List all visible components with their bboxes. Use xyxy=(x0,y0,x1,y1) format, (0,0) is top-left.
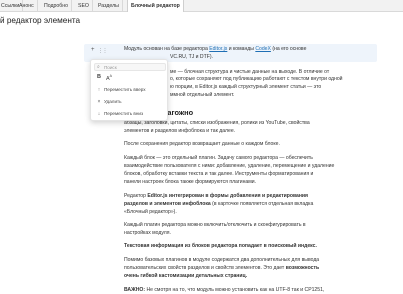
arrow-down-icon: ↓ xyxy=(97,111,101,117)
drag-handle-icon[interactable]: ⋮⋮ xyxy=(98,48,108,54)
menu-item-label: Переместить вверх xyxy=(104,87,146,92)
add-block-plus-icon[interactable]: + xyxy=(91,47,95,53)
page-title: й редактор элемента xyxy=(0,16,81,25)
editor-paragraph-line: элементов и разделов инфоблока и так дал… xyxy=(124,128,236,134)
menu-item-label: Переместить вниз xyxy=(104,111,144,116)
editor-paragraph-line: блоков, обработку вставки текста и так д… xyxy=(124,171,314,177)
popover-search-input[interactable]: ⌕ Поиск xyxy=(94,63,166,71)
editor-paragraph-line: Текстовая информация из блоков редактора… xyxy=(124,243,317,249)
tab-seo[interactable]: SEO xyxy=(75,0,93,12)
search-icon: ⌕ xyxy=(97,64,100,70)
close-icon: × xyxy=(97,99,101,105)
editor-paragraph-line: ю порции, в Editor.js каждый структурный… xyxy=(170,84,322,90)
popover-search-placeholder: Поиск xyxy=(104,65,117,70)
editor-paragraph-line: ммной отдельный элемент. xyxy=(170,92,235,98)
codex-link[interactable]: CodeX xyxy=(255,46,271,52)
editor-paragraph-line[interactable]: Модуль основан на базе редактора Editor.… xyxy=(124,46,306,52)
editor-paragraph-line: ВАЖНО: Не смотря на то, что модуль можно… xyxy=(124,287,325,293)
editor-paragraph-line: взаимодействие пользователя с ними: доба… xyxy=(124,163,335,169)
bold-format-icon[interactable]: B xyxy=(97,74,101,80)
editor-paragraph-line: После сохранения редактор возвращает дан… xyxy=(124,141,280,147)
editor-paragraph-line: «Блочный редактор»). xyxy=(124,209,177,215)
editor-paragraph-line: панели настроек блока также формируются … xyxy=(124,179,257,185)
tab-block-editor[interactable]: Блочный редактор xyxy=(127,0,184,12)
tab-bar: Ссылки Анонс Подробно SEO Разделы Блочны… xyxy=(0,0,403,12)
editor-paragraph-line: о, которые сохраняют под публикацию рабо… xyxy=(170,76,343,82)
editor-paragraph-line: Помимо базовых плагинов в модуле содержа… xyxy=(124,257,320,263)
editor-paragraph-line: Каждый блок — это отдельный плагин. Зада… xyxy=(124,155,313,161)
block-settings-popover: ⌕ Поиск B AA ↑ Переместить вверх × Удали… xyxy=(90,59,168,121)
editor-paragraph-line: настройках модуля. xyxy=(124,230,171,236)
editor-paragraph-line: пользовательских свойств разделов и свой… xyxy=(124,265,320,271)
move-down-menu-item[interactable]: ↓ Переместить вниз xyxy=(94,109,166,119)
editor-paragraph-line: VC.RU, TJ и DTF). xyxy=(170,54,213,60)
arrow-up-icon: ↑ xyxy=(97,87,101,93)
editor-paragraph-line: Каждый плагин редактора можно включить/о… xyxy=(124,222,306,228)
editor-paragraph-line: разделов и элементов инфоблока (в карточ… xyxy=(124,201,314,207)
text-size-icon[interactable]: AA xyxy=(106,74,112,82)
tab-announce[interactable]: Анонс xyxy=(16,0,38,12)
editor-paragraph-line: Редактор Editor.js интегрирован в формы … xyxy=(124,193,309,199)
move-up-menu-item[interactable]: ↑ Переместить вверх xyxy=(94,85,166,95)
delete-menu-item[interactable]: × Удалить xyxy=(94,97,166,107)
tab-sections[interactable]: Разделы xyxy=(95,0,123,12)
editor-paragraph-line: ме — блочная структура и чистые данные н… xyxy=(170,69,330,75)
editorjs-link[interactable]: Editor.js xyxy=(209,46,227,52)
tab-details[interactable]: Подробно xyxy=(41,0,73,12)
menu-item-label: Удалить xyxy=(104,99,122,104)
editor-paragraph-line: очень гибкой кастомизации детальных стра… xyxy=(124,273,248,279)
